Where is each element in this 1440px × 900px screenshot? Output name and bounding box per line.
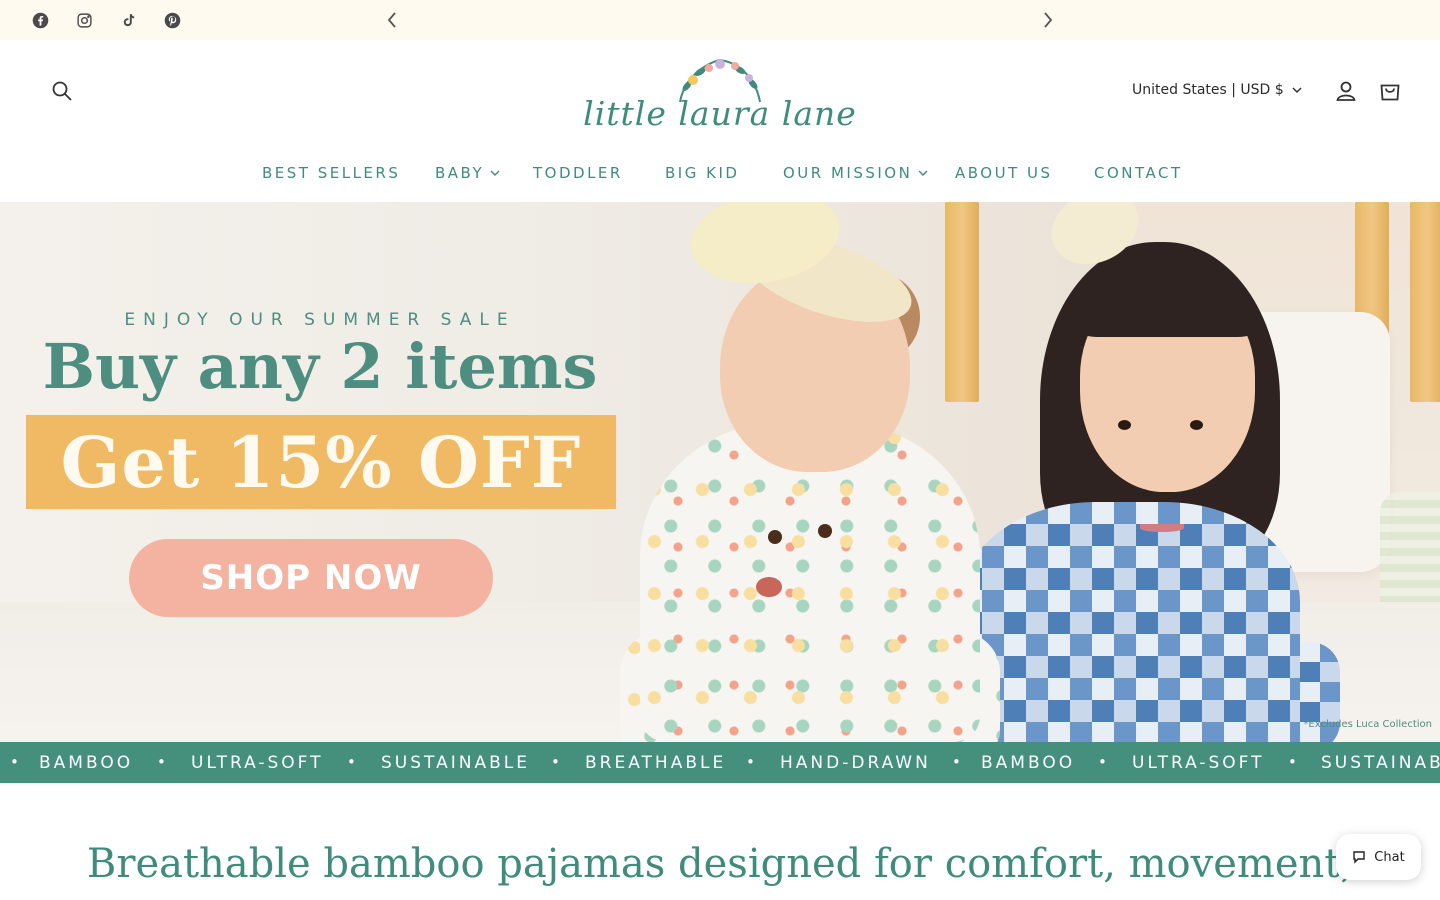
hero-disclaimer: *Excludes Luca Collection <box>1303 719 1432 730</box>
nav-item-label: TODDLER <box>533 164 623 182</box>
site-header: little laura lane United States | USD $ … <box>0 40 1440 202</box>
marquee-item: BAMBOO <box>981 753 1076 773</box>
chevron-right-icon <box>1044 12 1053 28</box>
chat-label: Chat <box>1374 849 1405 865</box>
nav-item-toddler[interactable]: TODDLER <box>533 161 623 185</box>
hero-banner[interactable]: ENJOY OUR SUMMER SALE Buy any 2 items Ge… <box>0 202 1440 742</box>
hero-girl-pajama-top <box>960 502 1300 742</box>
marquee-item: SUSTAINABLE <box>381 753 530 773</box>
cart-icon <box>1380 84 1400 101</box>
hero-promo-box: Get 15% OFF <box>26 415 616 509</box>
instagram-icon[interactable] <box>73 9 95 31</box>
nav-item-about-us[interactable]: ABOUT US <box>955 161 1053 185</box>
marquee-separator: • <box>1098 753 1107 771</box>
hero-girl-eye <box>1118 420 1131 430</box>
hero-girl-mouth <box>1140 524 1184 532</box>
marquee-separator: • <box>1288 753 1297 771</box>
announcement-prev-button[interactable] <box>378 6 406 34</box>
nav-item-label: CONTACT <box>1094 164 1183 182</box>
marquee-separator: • <box>347 753 356 771</box>
search-button[interactable] <box>48 77 76 105</box>
hero-baby-eye <box>768 530 782 544</box>
chevron-down-icon <box>918 170 928 176</box>
account-button[interactable] <box>1332 77 1360 105</box>
nav-item-label: OUR MISSION <box>783 164 913 182</box>
nav-item-label: BEST SELLERS <box>262 164 401 182</box>
tiktok-icon[interactable] <box>117 9 139 31</box>
shop-now-button[interactable]: SHOP NOW <box>129 539 493 617</box>
marquee-item: BREATHABLE <box>585 753 727 773</box>
nav-item-contact[interactable]: CONTACT <box>1094 161 1183 185</box>
chevron-down-icon <box>490 170 500 176</box>
announcement-bar <box>0 0 1440 40</box>
account-icon <box>1336 81 1356 101</box>
cart-button[interactable] <box>1376 77 1404 105</box>
crib-slat <box>1410 202 1440 402</box>
hero-girl-eye <box>1190 420 1203 430</box>
nav-item-baby[interactable]: BABY <box>435 161 500 185</box>
facebook-icon[interactable] <box>29 9 51 31</box>
marquee-separator: • <box>10 753 19 771</box>
marquee-item: HAND-DRAWN <box>780 753 931 773</box>
marquee-separator: • <box>952 753 961 771</box>
marquee-item: SUSTAINAB <box>1321 753 1440 773</box>
announcement-next-button[interactable] <box>1034 6 1062 34</box>
marquee-item: ULTRA-SOFT <box>1132 753 1265 773</box>
pinterest-icon[interactable] <box>161 9 183 31</box>
crib-slat <box>945 202 979 402</box>
nav-item-label: ABOUT US <box>955 164 1053 182</box>
country-currency-label: United States | USD $ <box>1132 82 1284 98</box>
hero-kicker: ENJOY OUR SUMMER SALE <box>124 310 516 330</box>
hero-headline: Buy any 2 items <box>42 330 598 403</box>
marquee-separator: • <box>551 753 560 771</box>
marquee-item: ULTRA-SOFT <box>191 753 324 773</box>
marquee-item: BAMBOO <box>39 753 134 773</box>
marquee-separator: • <box>157 753 166 771</box>
nav-item-our-mission[interactable]: OUR MISSION <box>783 161 928 185</box>
hero-baby-eye <box>818 524 832 538</box>
chevron-left-icon <box>387 12 396 28</box>
feature-marquee: • BAMBOO • ULTRA-SOFT • SUSTAINABLE • BR… <box>0 742 1440 783</box>
nav-item-label: BIG KID <box>665 164 740 182</box>
site-logo[interactable]: little laura lane <box>565 54 875 140</box>
country-currency-selector[interactable]: United States | USD $ <box>1132 78 1302 102</box>
search-icon <box>52 81 72 101</box>
chat-button[interactable]: Chat <box>1336 834 1421 880</box>
chevron-down-icon <box>1292 87 1302 94</box>
nav-item-best-sellers[interactable]: BEST SELLERS <box>262 161 400 185</box>
hero-baby-mouth <box>756 577 782 597</box>
hero-promo-text: Get 15% OFF <box>60 420 582 504</box>
chat-bubble-icon <box>1353 851 1365 864</box>
hero-girl-fringe <box>1080 277 1255 337</box>
marquee-separator: • <box>746 753 755 771</box>
logo-text: little laura lane <box>583 94 857 133</box>
nav-item-big-kid[interactable]: BIG KID <box>665 161 739 185</box>
nav-item-label: BABY <box>435 164 485 182</box>
intro-heading: Breathable bamboo pajamas designed for c… <box>86 841 1354 887</box>
